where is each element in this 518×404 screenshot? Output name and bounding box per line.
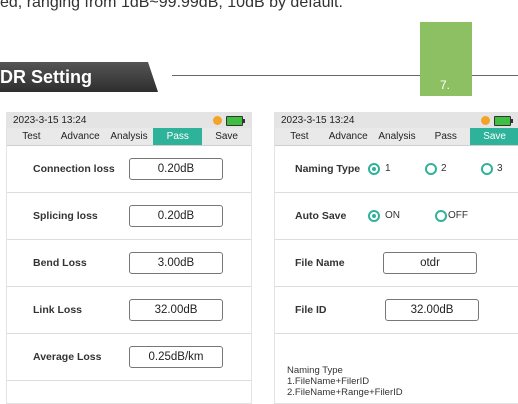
alarm-icon (213, 116, 222, 125)
file-name-label: File Name (295, 257, 345, 269)
battery-icon (226, 116, 245, 126)
tab-analysis[interactable]: Analysis (105, 128, 154, 145)
tab-bar: Test Advance Analysis Pass Save (7, 128, 251, 146)
tab-bar: Test Advance Analysis Pass Save (275, 128, 518, 146)
tab-pass[interactable]: Pass (153, 128, 203, 145)
connection-loss-input[interactable]: 0.20dB (129, 158, 223, 180)
tab-test[interactable]: Test (275, 128, 324, 145)
naming-type-3-radio[interactable] (481, 163, 493, 175)
bend-loss-label: Bend Loss (33, 257, 87, 269)
auto-save-off-label: OFF (448, 210, 468, 221)
status-time: 2023-3-15 13:24 (13, 115, 87, 126)
average-loss-input[interactable]: 0.25dB/km (129, 346, 223, 368)
naming-type-2-label: 2 (441, 163, 447, 174)
splicing-loss-row: Splicing loss 0.20dB (7, 193, 251, 240)
splicing-loss-label: Splicing loss (33, 210, 98, 222)
connection-loss-label: Connection loss (33, 163, 115, 175)
file-id-row: File ID 32.00dB (275, 287, 518, 334)
naming-type-1-radio[interactable] (368, 163, 380, 175)
bend-loss-input[interactable]: 3.00dB (129, 252, 223, 274)
connection-loss-row: Connection loss 0.20dB (7, 146, 251, 193)
auto-save-on-radio[interactable] (368, 210, 380, 222)
battery-icon (494, 116, 513, 126)
link-loss-row: Link Loss 32.00dB (7, 287, 251, 334)
status-bar: 2023-3-15 13:24 (7, 113, 251, 128)
link-loss-input[interactable]: 32.00dB (129, 299, 223, 321)
naming-type-2-radio[interactable] (425, 163, 437, 175)
auto-save-on-label: ON (385, 210, 400, 221)
splicing-loss-input[interactable]: 0.20dB (129, 205, 223, 227)
tab-test[interactable]: Test (7, 128, 56, 145)
page-badge-number: 7. (440, 78, 451, 92)
alarm-icon (481, 116, 490, 125)
file-id-input[interactable]: 32.00dB (385, 299, 479, 321)
page-badge: 7. (420, 22, 472, 96)
section-title: DR Setting (0, 67, 92, 87)
tab-pass[interactable]: Pass (421, 128, 470, 145)
status-bar: 2023-3-15 13:24 (275, 113, 518, 128)
file-id-label: File ID (295, 304, 327, 316)
tab-advance[interactable]: Advance (324, 128, 373, 145)
tab-advance[interactable]: Advance (56, 128, 105, 145)
save-settings-screen: 2023-3-15 13:24 Test Advance Analysis Pa… (274, 112, 518, 404)
bend-loss-row: Bend Loss 3.00dB (7, 240, 251, 287)
auto-save-label: Auto Save (295, 210, 347, 222)
auto-save-row: Auto Save ON OFF (275, 193, 518, 240)
note-line: 1.FileName+FilerID (287, 376, 370, 387)
naming-type-3-label: 3 (497, 163, 503, 174)
link-loss-label: Link Loss (33, 304, 83, 316)
naming-type-row: Naming Type 1 2 3 (275, 146, 518, 193)
pass-settings-screen: 2023-3-15 13:24 Test Advance Analysis Pa… (6, 112, 252, 404)
file-name-input[interactable]: otdr (383, 252, 477, 274)
note-line: Naming Type (287, 365, 343, 376)
intro-text: ed, ranging from 1dB~99.99dB, 10dB by de… (0, 0, 343, 11)
naming-type-1-label: 1 (385, 163, 391, 174)
note-line: 2.FileName+Range+FilerID (287, 387, 403, 398)
average-loss-label: Average Loss (33, 351, 102, 363)
tab-save[interactable]: Save (202, 128, 251, 145)
naming-type-label: Naming Type (295, 163, 361, 175)
auto-save-off-radio[interactable] (435, 210, 447, 222)
tab-analysis[interactable]: Analysis (373, 128, 422, 145)
tab-save[interactable]: Save (470, 128, 518, 145)
average-loss-row: Average Loss 0.25dB/km (7, 334, 251, 381)
status-time: 2023-3-15 13:24 (281, 115, 355, 126)
file-name-row: File Name otdr (275, 240, 518, 287)
naming-type-note: Naming Type 1.FileName+FilerID 2.FileNam… (287, 365, 403, 398)
